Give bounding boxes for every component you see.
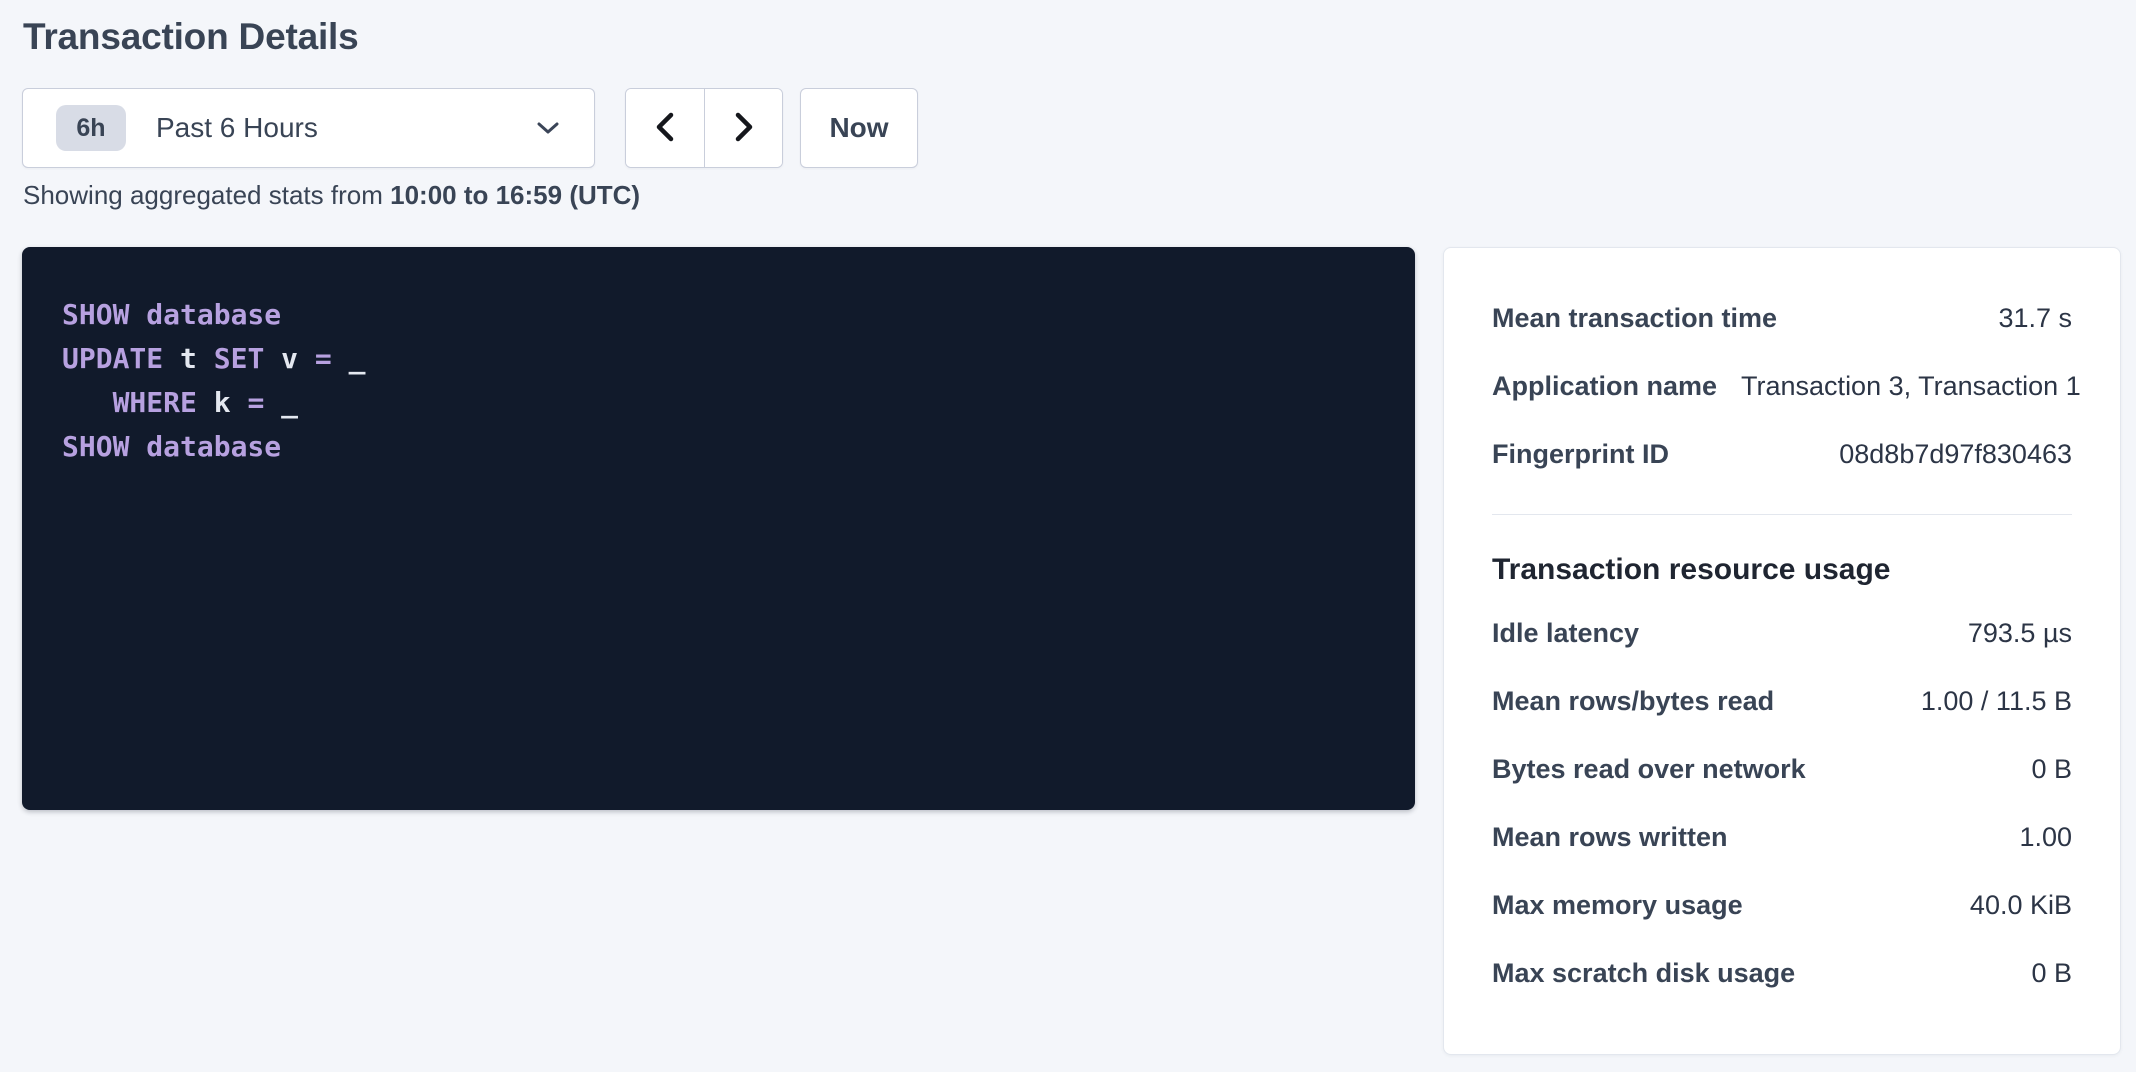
sql-code: SHOW database UPDATE t SET v = _ WHERE k…	[62, 293, 1375, 469]
resource-row-max-scratch-disk-usage: Max scratch disk usage 0 B	[1492, 939, 2072, 1007]
resource-usage-section-title: Transaction resource usage	[1492, 553, 2072, 587]
aggregation-range-text: Showing aggregated stats from 10:00 to 1…	[23, 180, 640, 211]
row-value: 0 B	[2031, 958, 2072, 989]
row-label: Max memory usage	[1492, 890, 1767, 921]
row-value: 0 B	[2031, 754, 2072, 785]
summary-rows: Mean transaction time 31.7 s Application…	[1492, 248, 2072, 488]
row-value: 08d8b7d97f830463	[1839, 439, 2072, 470]
row-value: 1.00 / 11.5 B	[1921, 686, 2072, 717]
prev-time-button[interactable]	[626, 89, 704, 167]
row-value: 1.00	[2019, 822, 2072, 853]
time-range-badge: 6h	[56, 105, 126, 151]
aggregation-range-prefix: Showing aggregated stats from	[23, 180, 390, 210]
row-label: Mean rows written	[1492, 822, 1752, 853]
time-controls: 6h Past 6 Hours Now	[22, 88, 918, 168]
row-label: Mean transaction time	[1492, 303, 1801, 334]
row-value: 793.5 µs	[1968, 618, 2072, 649]
row-value: 40.0 KiB	[1970, 890, 2072, 921]
row-label: Application name	[1492, 371, 1741, 402]
resource-row-mean-rows-written: Mean rows written 1.00	[1492, 803, 2072, 871]
resource-row-idle-latency: Idle latency 793.5 µs	[1492, 599, 2072, 667]
aggregation-range-value: 10:00 to 16:59 (UTC)	[390, 180, 640, 210]
resource-row-max-memory-usage: Max memory usage 40.0 KiB	[1492, 871, 2072, 939]
sql-statement-box: SHOW database UPDATE t SET v = _ WHERE k…	[22, 247, 1415, 810]
card-divider	[1492, 514, 2072, 515]
row-label: Fingerprint ID	[1492, 439, 1693, 470]
time-range-picker[interactable]: 6h Past 6 Hours	[22, 88, 595, 168]
transaction-details-card: Mean transaction time 31.7 s Application…	[1443, 247, 2121, 1055]
resource-row-bytes-read-over-network: Bytes read over network 0 B	[1492, 735, 2072, 803]
summary-row-fingerprint-id: Fingerprint ID 08d8b7d97f830463	[1492, 420, 2072, 488]
resource-row-mean-rows-bytes-read: Mean rows/bytes read 1.00 / 11.5 B	[1492, 667, 2072, 735]
next-time-button[interactable]	[704, 89, 782, 167]
time-range-label: Past 6 Hours	[156, 112, 318, 144]
row-value: 31.7 s	[1998, 303, 2072, 334]
page-title: Transaction Details	[23, 16, 359, 58]
time-nav-group	[625, 88, 783, 168]
row-label: Idle latency	[1492, 618, 1663, 649]
row-label: Mean rows/bytes read	[1492, 686, 1798, 717]
chevron-right-icon	[731, 111, 757, 146]
row-value: Transaction 3, Transaction 1	[1741, 371, 2081, 402]
chevron-left-icon	[652, 111, 678, 146]
row-label: Bytes read over network	[1492, 754, 1830, 785]
row-label: Max scratch disk usage	[1492, 958, 1819, 989]
chevron-down-icon	[536, 121, 560, 135]
now-button[interactable]: Now	[800, 88, 918, 168]
resource-rows: Idle latency 793.5 µs Mean rows/bytes re…	[1492, 599, 2072, 1007]
summary-row-mean-transaction-time: Mean transaction time 31.7 s	[1492, 284, 2072, 352]
summary-row-application-name: Application name Transaction 3, Transact…	[1492, 352, 2072, 420]
